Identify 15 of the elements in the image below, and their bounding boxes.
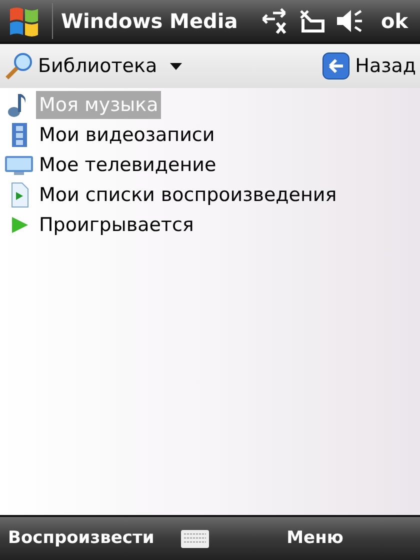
back-button[interactable]: Назад [321, 51, 416, 81]
window-title: Windows Media [61, 8, 239, 35]
speaker-icon [334, 7, 365, 35]
library-item[interactable]: Мои списки воспроизведения [36, 181, 340, 209]
monitor-icon [4, 153, 34, 177]
menu-softkey[interactable]: Меню [210, 526, 420, 552]
library-item[interactable]: Мои видеозаписи [36, 121, 218, 149]
library-item[interactable]: Мое телевидение [36, 151, 220, 179]
keyboard-icon[interactable] [180, 528, 210, 548]
caret-icon [169, 61, 184, 71]
magnifier-icon [4, 51, 34, 81]
library-item[interactable]: Проигрывается [36, 211, 197, 239]
ok-button[interactable]: ok [376, 6, 412, 36]
play-softkey[interactable]: Воспроизвести [0, 526, 180, 552]
library-dropdown[interactable]: Библиотека [4, 51, 184, 81]
